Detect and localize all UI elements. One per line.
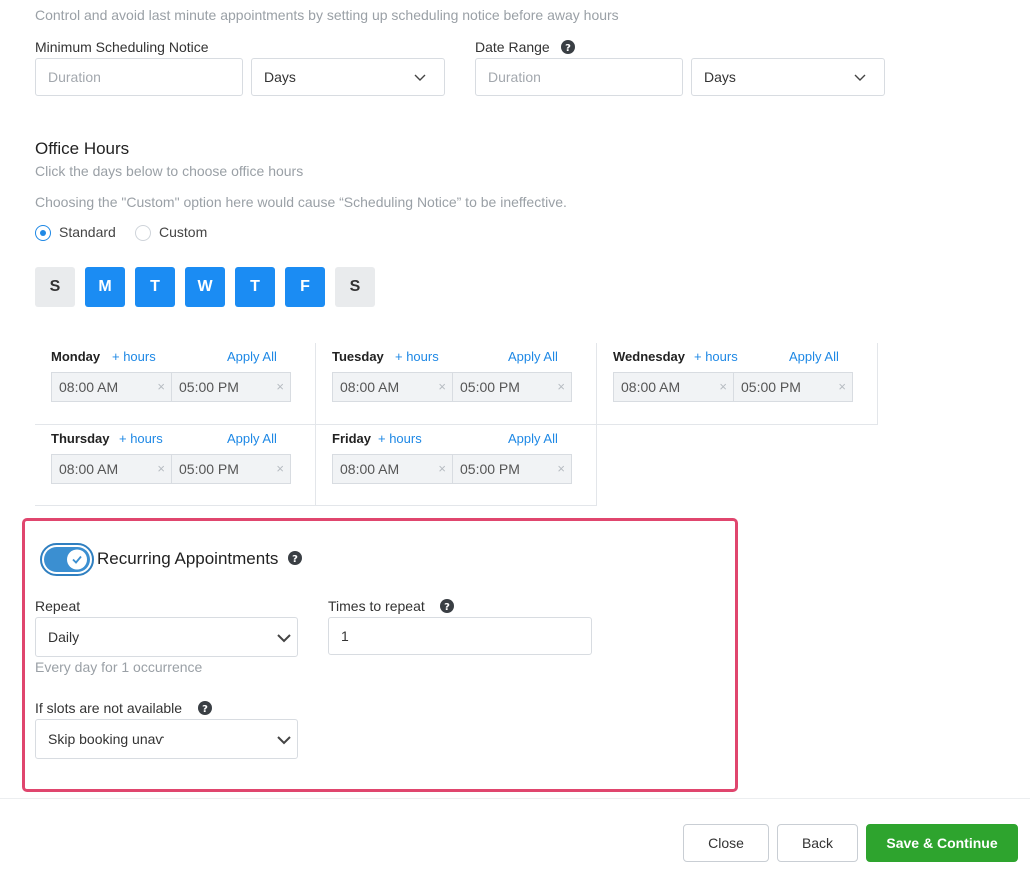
day-name: Wednesday: [613, 349, 686, 364]
day-toggle-saturday[interactable]: S: [335, 267, 375, 307]
apply-all-link[interactable]: Apply All: [508, 431, 558, 446]
radio-standard-label: Standard: [59, 224, 116, 240]
date-range-label: Date Range: [475, 39, 550, 55]
day-name: Tuesday: [332, 349, 384, 364]
clear-icon[interactable]: ×: [838, 373, 846, 401]
day-toggle-friday[interactable]: F: [285, 267, 325, 307]
min-notice-unit-value: Days: [264, 69, 296, 85]
clear-icon[interactable]: ×: [719, 373, 727, 401]
add-hours-link[interactable]: + hours: [119, 431, 163, 446]
clear-icon[interactable]: ×: [438, 455, 446, 483]
office-hours-title: Office Hours: [35, 139, 130, 158]
radio-custom-label: Custom: [159, 224, 208, 240]
day-name: Friday: [332, 431, 372, 446]
custom-option-warning: Choosing the "Custom" option here would …: [35, 194, 567, 210]
slots-unavailable-label: If slots are not available: [35, 700, 183, 716]
start-time-value: 08:00 AM: [621, 379, 681, 395]
add-hours-link[interactable]: + hours: [378, 431, 422, 446]
repeat-value: Daily: [48, 629, 80, 645]
clear-icon[interactable]: ×: [438, 373, 446, 401]
start-time-field[interactable]: 08:00 AM ×: [51, 454, 172, 484]
clear-icon[interactable]: ×: [276, 373, 284, 401]
times-to-repeat-label: Times to repeat: [328, 598, 425, 614]
apply-all-link[interactable]: Apply All: [227, 431, 277, 446]
chevron-down-icon: [277, 736, 291, 745]
min-notice-duration-input[interactable]: Duration: [35, 58, 243, 96]
apply-all-link[interactable]: Apply All: [789, 349, 839, 364]
clear-icon[interactable]: ×: [557, 455, 565, 483]
repeat-select[interactable]: Daily: [35, 617, 298, 657]
help-icon[interactable]: ?: [561, 40, 575, 54]
help-icon[interactable]: ?: [440, 599, 454, 613]
chevron-down-icon: [414, 74, 426, 81]
help-icon[interactable]: ?: [198, 701, 212, 715]
clear-icon[interactable]: ×: [157, 373, 165, 401]
end-time-value: 05:00 PM: [179, 379, 239, 395]
repeat-summary: Every day for 1 occurrence: [35, 659, 203, 675]
svg-text:?: ?: [292, 554, 298, 565]
clear-icon[interactable]: ×: [276, 455, 284, 483]
svg-text:?: ?: [444, 602, 450, 613]
apply-all-link[interactable]: Apply All: [227, 349, 277, 364]
start-time-field[interactable]: 08:00 AM ×: [51, 372, 172, 402]
chevron-down-icon: [277, 634, 291, 643]
min-notice-label: Minimum Scheduling Notice: [35, 39, 209, 55]
slots-unavailable-select[interactable]: Skip booking unaѵ: [35, 719, 298, 759]
end-time-value: 05:00 PM: [741, 379, 801, 395]
add-hours-link[interactable]: + hours: [112, 349, 156, 364]
footer-divider: [0, 798, 1030, 799]
radio-custom[interactable]: [135, 225, 151, 241]
chevron-down-icon: [854, 74, 866, 81]
scheduling-notice-description: Control and avoid last minute appointmen…: [35, 7, 619, 23]
min-notice-unit-select[interactable]: Days: [251, 58, 445, 96]
radio-standard[interactable]: [35, 225, 51, 241]
save-continue-button[interactable]: Save & Continue: [866, 824, 1018, 862]
add-hours-link[interactable]: + hours: [395, 349, 439, 364]
clear-icon[interactable]: ×: [157, 455, 165, 483]
back-button[interactable]: Back: [777, 824, 858, 862]
repeat-label: Repeat: [35, 598, 81, 614]
recurring-toggle[interactable]: [40, 543, 94, 576]
date-range-unit-value: Days: [704, 69, 736, 85]
clear-icon[interactable]: ×: [557, 373, 565, 401]
close-button[interactable]: Close: [683, 824, 769, 862]
office-hours-subtitle: Click the days below to choose office ho…: [35, 163, 304, 179]
end-time-field[interactable]: 05:00 PM ×: [733, 372, 853, 402]
grid-divider: [877, 343, 878, 425]
date-range-unit-select[interactable]: Days: [691, 58, 885, 96]
day-name: Monday: [51, 349, 101, 364]
times-to-repeat-input[interactable]: 1: [328, 617, 592, 655]
help-icon[interactable]: ?: [288, 551, 302, 565]
slots-unavailable-value: Skip booking unaѵ: [48, 731, 165, 747]
grid-divider: [35, 424, 878, 425]
day-name: Thursday: [51, 431, 110, 446]
start-time-value: 08:00 AM: [340, 461, 400, 477]
svg-text:?: ?: [565, 43, 571, 54]
add-hours-link[interactable]: + hours: [694, 349, 738, 364]
end-time-value: 05:00 PM: [460, 379, 520, 395]
end-time-value: 05:00 PM: [179, 461, 239, 477]
start-time-value: 08:00 AM: [340, 379, 400, 395]
day-toggle-monday[interactable]: M: [85, 267, 125, 307]
recurring-title: Recurring Appointments: [97, 549, 279, 568]
svg-text:?: ?: [202, 704, 208, 715]
start-time-field[interactable]: 08:00 AM ×: [613, 372, 734, 402]
end-time-field[interactable]: 05:00 PM ×: [171, 454, 291, 484]
date-range-duration-input[interactable]: Duration: [475, 58, 683, 96]
end-time-value: 05:00 PM: [460, 461, 520, 477]
day-toggle-thursday[interactable]: T: [235, 267, 275, 307]
grid-divider: [35, 505, 597, 506]
apply-all-link[interactable]: Apply All: [508, 349, 558, 364]
day-toggle-wednesday[interactable]: W: [185, 267, 225, 307]
start-time-field[interactable]: 08:00 AM ×: [332, 454, 453, 484]
start-time-value: 08:00 AM: [59, 461, 119, 477]
end-time-field[interactable]: 05:00 PM ×: [452, 372, 572, 402]
start-time-value: 08:00 AM: [59, 379, 119, 395]
day-toggle-tuesday[interactable]: T: [135, 267, 175, 307]
day-toggle-sunday[interactable]: S: [35, 267, 75, 307]
end-time-field[interactable]: 05:00 PM ×: [452, 454, 572, 484]
start-time-field[interactable]: 08:00 AM ×: [332, 372, 453, 402]
end-time-field[interactable]: 05:00 PM ×: [171, 372, 291, 402]
